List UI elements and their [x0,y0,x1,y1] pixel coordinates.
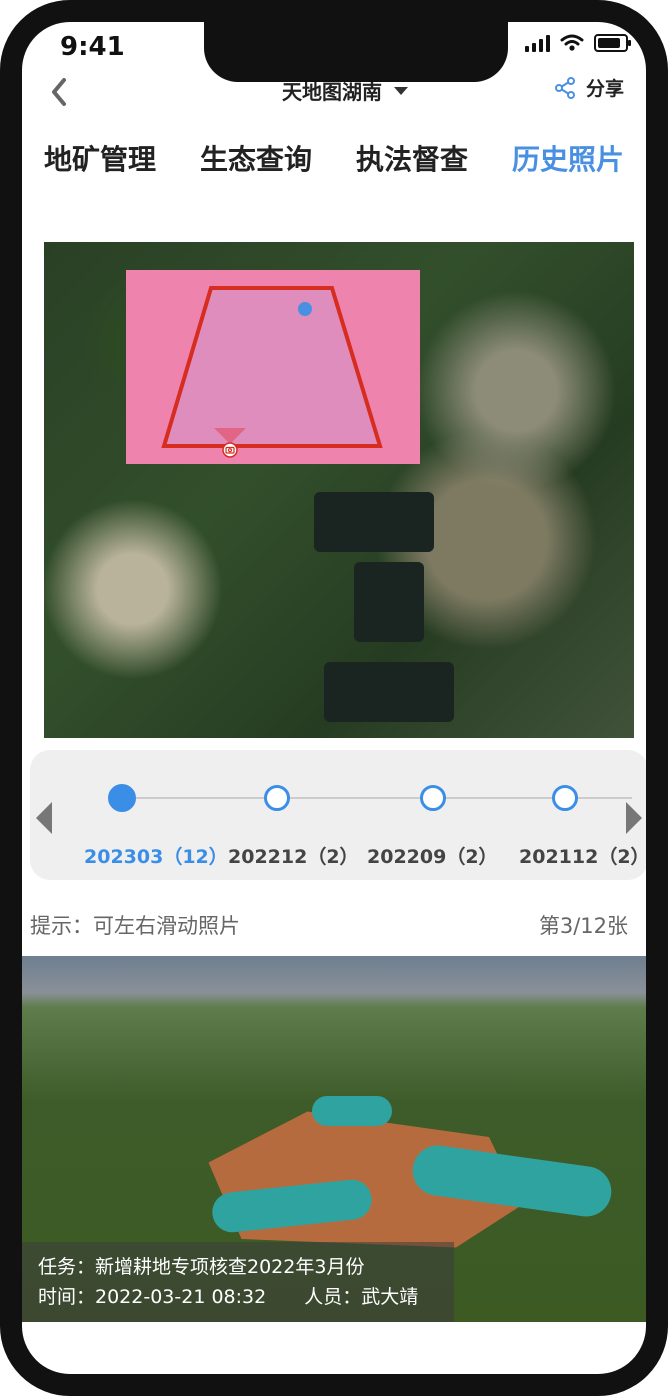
swipe-hint: 提示：可左右滑动照片 [30,914,240,938]
timeline-prev-icon[interactable] [36,802,52,834]
map-pond [354,562,424,642]
timeline-node[interactable] [420,785,446,811]
share-button[interactable]: 分享 [554,74,624,101]
timeline-node[interactable] [552,785,578,811]
phone-frame: 9:41 天地图湖南 分享 地矿管理 生态查询 执法督查 历史照片 202303… [0,0,668,1396]
photo-caption: 任务：新增耕地专项核查2022年3月份 时间：2022-03-21 08:32 人… [22,1242,454,1322]
status-icons [525,34,631,52]
photo-water [312,1096,392,1126]
photo-counter: 第3/12张 [538,914,628,938]
timeline-next-icon[interactable] [626,802,642,834]
caption-time: 时间：2022-03-21 08:32 [38,1286,267,1308]
caption-person: 人员：武大靖 [304,1286,419,1308]
caption-task: 任务：新增耕地专项核查2022年3月份 [38,1256,365,1278]
map-pond [324,662,454,722]
notch [204,22,508,82]
chevron-down-icon [394,86,408,95]
status-time: 9:41 [60,32,125,62]
photo-timeline: 202303（12） 202212（2） 202209（2） 202112（2） [30,750,646,880]
camera-icon[interactable] [222,442,238,458]
location-marker[interactable] [298,302,312,316]
tab-history-photos[interactable]: 历史照片 [506,134,630,182]
tab-ecology-query[interactable]: 生态查询 [194,134,318,182]
inspection-polygon[interactable] [126,270,420,464]
battery-icon [594,34,631,52]
aerial-photo[interactable]: 任务：新增耕地专项核查2022年3月份 时间：2022-03-21 08:32 人… [22,956,646,1322]
timeline-node[interactable] [108,784,136,812]
satellite-map[interactable] [44,242,634,738]
share-icon [554,76,575,99]
tab-law-enforcement[interactable]: 执法督查 [350,134,474,182]
wifi-icon [560,34,584,51]
cellular-signal-icon [525,34,550,52]
share-label: 分享 [585,78,624,100]
timeline-label[interactable]: 202112（2） [519,842,646,869]
timeline-node[interactable] [264,785,290,811]
timeline-label[interactable]: 202209（2） [367,842,498,869]
timeline-label[interactable]: 202303（12） [84,842,228,869]
back-icon[interactable] [44,74,74,110]
tab-bar: 地矿管理 生态查询 执法督查 历史照片 [22,134,646,182]
map-pond [314,492,434,552]
tab-mining-management[interactable]: 地矿管理 [38,134,162,182]
caption-meta: 时间：2022-03-21 08:32 人员：武大靖 [38,1282,438,1312]
timeline-label[interactable]: 202212（2） [228,842,359,869]
